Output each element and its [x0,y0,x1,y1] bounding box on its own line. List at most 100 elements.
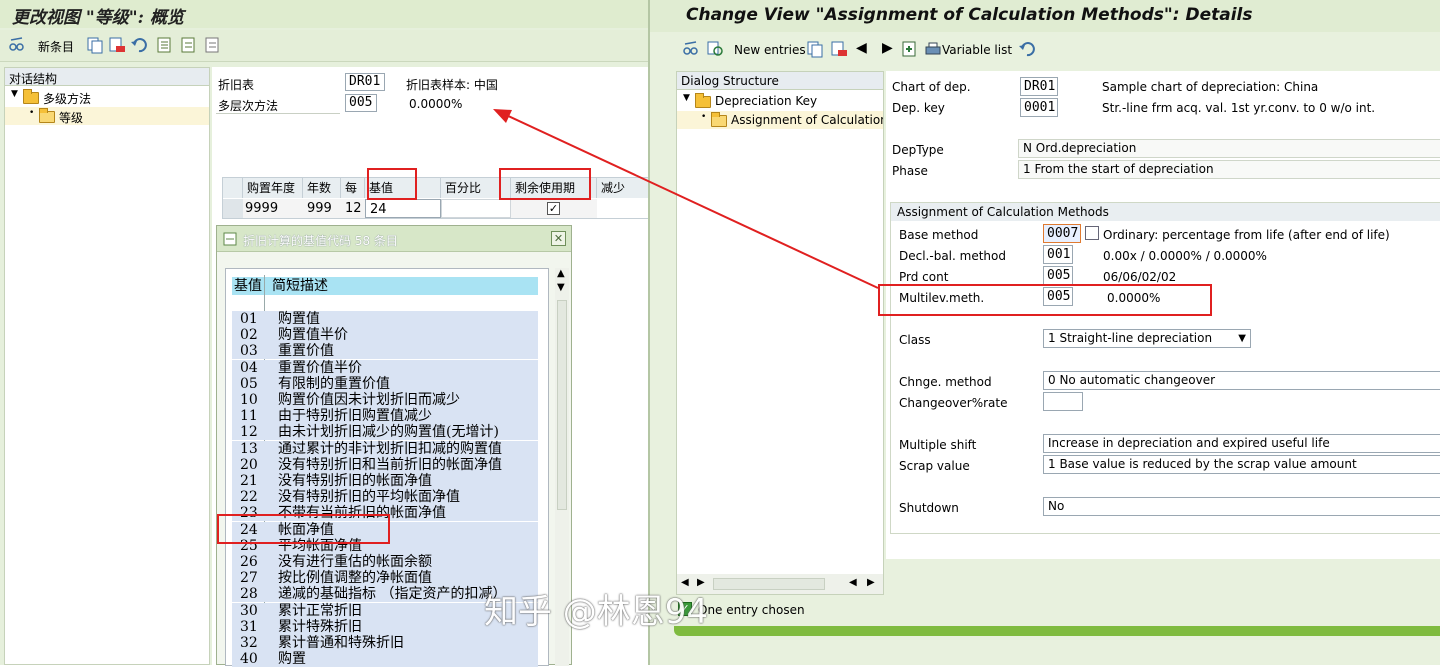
list-item[interactable]: 32 累计普通和特殊折旧 [232,635,538,651]
shutdown-field[interactable]: No [1043,497,1440,516]
list-item-code: 32 [240,635,258,651]
list-item[interactable]: 20 没有特别折旧和当前折旧的帐面净值 [232,456,538,473]
list-item[interactable]: 02 购置值半价 [232,327,538,344]
chevron-down-icon[interactable]: ▼ [1238,330,1246,347]
list-item[interactable]: 05 有限制的重置价值 [232,375,538,392]
chart-sample-text: 折旧表样本: 中国 [406,78,498,92]
base-method-field[interactable]: 0007 [1043,224,1081,243]
close-icon[interactable]: ✕ [551,231,566,246]
list-item-description: 通过累计的非计划折旧扣减的购置值 [278,440,502,457]
list-item[interactable]: 21 没有特别折旧的帐面净值 [232,473,538,489]
other-entry-icon[interactable] [900,40,918,58]
list-item[interactable]: 10 购置价值因未计划折旧而减少 [232,392,538,408]
tree-item-depreciation-key[interactable]: ▼ Depreciation Key [677,92,883,110]
multilevel-label: 多层次方法 [218,99,279,113]
prd-cont-field[interactable]: 005 [1043,266,1073,285]
list-item-description: 累计普通和特殊折旧 [278,635,404,651]
dialog-structure-panel: 对话结构 ▼ 多级方法 • 等级 [4,67,210,665]
select-all-icon[interactable] [156,36,174,54]
cell-acq-year[interactable]: 9999 [243,199,303,218]
left-window-title: 更改视图 "等级": 概览 [12,8,184,28]
expand-triangle-icon[interactable]: ▼ [11,89,18,99]
select-block-icon[interactable] [180,36,198,54]
list-item[interactable]: 22 没有特别折旧的平均帐面净值 [232,489,538,506]
prd-cont-label: Prd cont [899,270,949,284]
col-years[interactable]: 年数 [303,178,341,198]
list-item-code: 28 [240,586,258,603]
printer-icon[interactable] [924,40,942,58]
list-item[interactable]: 12 由未计划折旧减少的购置值(无增计) [232,424,538,441]
list-item-code: 22 [240,489,258,506]
new-entries-button[interactable]: 新条目 [38,38,74,55]
dialog-structure-header: Dialog Structure [677,72,883,90]
list-item[interactable]: 04 重置价值半价 [232,359,538,376]
list-item[interactable]: 03 重置价值 [232,343,538,360]
glasses-edit-icon[interactable] [8,36,26,54]
depkey-label: Dep. key [892,101,945,115]
glasses-edit-icon[interactable] [682,40,700,58]
list-item-code: 12 [240,424,258,441]
list-item-code: 02 [240,327,258,344]
tree-item-assignment[interactable]: • Assignment of Calculation Methods [677,111,883,129]
multiple-shift-field[interactable]: Increase in depreciation and expired use… [1043,434,1440,453]
decl-bal-label: Decl.-bal. method [899,249,1006,263]
right-window-title: Change View "Assignment of Calculation M… [686,5,1253,25]
col-reduce[interactable]: 减少 [597,178,651,198]
divider [216,113,340,114]
multilevel-field[interactable]: 005 [345,94,377,112]
scroll-thumb[interactable] [557,300,567,510]
expand-triangle-icon[interactable]: ▼ [683,93,690,103]
delete-icon[interactable] [108,36,126,54]
depkey-field[interactable]: 0001 [1020,98,1058,117]
copy-icon[interactable] [806,40,824,58]
cell-percent[interactable] [441,199,511,218]
copy-icon[interactable] [86,36,104,54]
list-item-description: 没有特别折旧和当前折旧的帐面净值 [278,456,502,473]
decl-bal-field[interactable]: 001 [1043,245,1073,264]
list-item-description: 递减的基础指标 （指定资产的扣减） [278,586,507,603]
list-item[interactable]: 26 没有进行重估的帐面余额 [232,554,538,570]
chart-field[interactable]: DR01 [1020,77,1058,96]
chart-description: Sample chart of depreciation: China [1102,80,1319,94]
row-selector[interactable] [223,199,243,218]
previous-entry-icon[interactable]: ◀ [856,40,867,56]
cell-remaining-life: ✓ [511,199,597,218]
cell-years[interactable]: 999 [303,199,341,218]
row-selector-header[interactable] [223,178,243,198]
changeover-method-field[interactable]: 0 No automatic changeover [1043,371,1440,390]
cell-per[interactable]: 12 [341,199,365,218]
list-item[interactable]: 01 购置值 [232,311,538,327]
scroll-left-icon[interactable]: ◀ [849,577,857,588]
col-acq-year[interactable]: 购置年度 [243,178,303,198]
scrap-value-field[interactable]: 1 Base value is reduced by the scrap val… [1043,455,1440,474]
undo-icon[interactable] [130,36,148,54]
list-item[interactable]: 13 通过累计的非计划折旧扣减的购置值 [232,440,538,457]
new-entries-button[interactable]: New entries [734,43,806,57]
tree-item-level[interactable]: • 等级 [5,107,209,125]
display-change-icon[interactable] [706,40,724,58]
next-entry-icon[interactable]: ▶ [882,40,893,56]
col-per[interactable]: 每 [341,178,365,198]
cell-base[interactable]: 24 [365,199,441,218]
scroll-down-icon[interactable]: ▼ [557,282,565,293]
deselect-all-icon[interactable] [204,36,222,54]
delete-icon[interactable] [830,40,848,58]
list-item[interactable]: 11 由于特别折旧购置值减少 [232,408,538,425]
scroll-thumb[interactable] [713,578,825,590]
group-title: Assignment of Calculation Methods [897,205,1109,219]
tree-item-multilevel[interactable]: ▼ 多级方法 [5,88,209,106]
cell-reduce[interactable] [597,199,651,218]
changeover-rate-field[interactable] [1043,392,1083,411]
variable-list-button[interactable]: Variable list [942,43,1012,57]
folder-icon [695,93,711,108]
chart-field[interactable]: DR01 [345,73,385,91]
list-item-code: 30 [240,602,258,619]
undo-icon[interactable] [1018,40,1036,58]
scroll-right-icon[interactable]: ▶ [867,577,875,588]
class-dropdown[interactable]: 1 Straight-line depreciation ▼ [1043,329,1251,348]
remaining-life-checkbox[interactable]: ✓ [547,202,560,215]
value-help-icon[interactable] [1085,226,1099,240]
list-item-description: 没有特别折旧的帐面净值 [278,473,432,489]
shutdown-label: Shutdown [899,501,959,515]
scroll-up-icon[interactable]: ▲ [557,268,565,279]
